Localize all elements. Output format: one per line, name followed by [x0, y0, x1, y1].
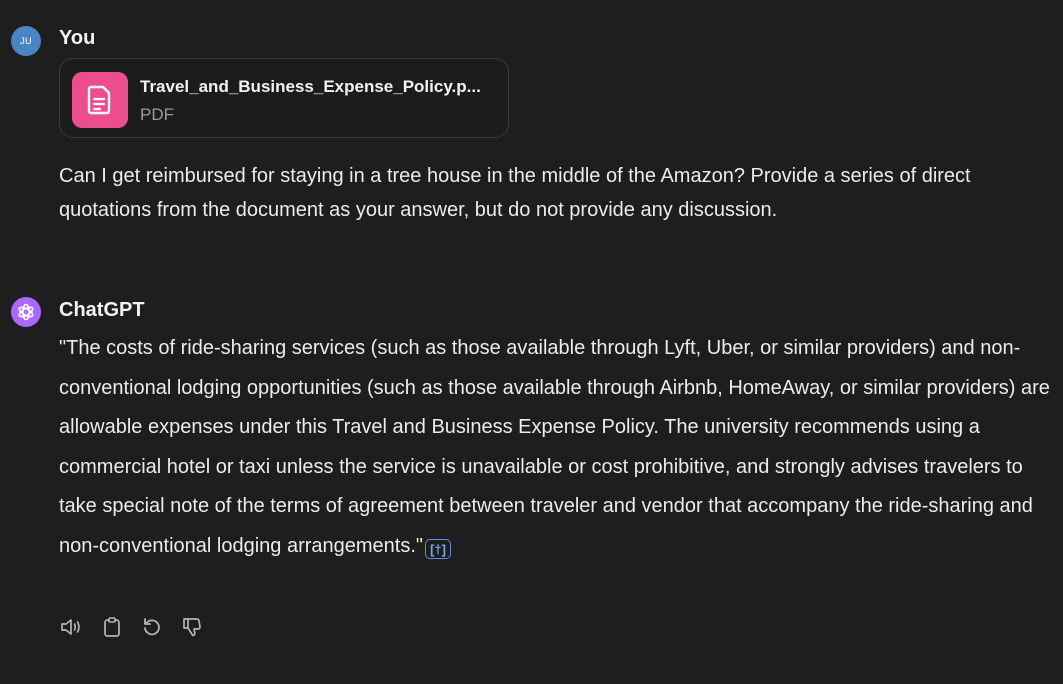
citation-badge[interactable]: [†]: [425, 539, 452, 559]
user-avatar: JU: [11, 26, 41, 56]
user-author-name: You: [59, 27, 96, 49]
file-type: PDF: [140, 105, 174, 124]
regenerate-button[interactable]: [139, 614, 165, 640]
assistant-message: "The costs of ride-sharing services (suc…: [59, 329, 1054, 566]
chat-conversation: JU You Travel_and_Business_Expense_Polic…: [0, 0, 1063, 684]
copy-button[interactable]: [99, 614, 125, 640]
file-name: Travel_and_Business_Expense_Policy.p...: [140, 77, 481, 96]
openai-logo-icon: [18, 303, 34, 321]
read-aloud-icon: [61, 619, 80, 635]
assistant-message-text: "The costs of ride-sharing services (suc…: [59, 337, 1050, 557]
copy-icon: [104, 617, 120, 637]
thumbs-down-icon: [183, 618, 201, 637]
assistant-author-name: ChatGPT: [59, 299, 145, 321]
assistant-avatar: [11, 297, 41, 327]
document-icon: [72, 72, 128, 128]
read-aloud-button[interactable]: [59, 614, 85, 640]
regenerate-icon: [144, 618, 160, 636]
user-avatar-initials: JU: [20, 36, 32, 46]
user-message-text: Can I get reimbursed for staying in a tr…: [59, 165, 971, 221]
message-actions: [59, 614, 205, 640]
thumbs-down-button[interactable]: [179, 614, 205, 640]
file-attachment-card[interactable]: Travel_and_Business_Expense_Policy.p... …: [59, 58, 509, 138]
